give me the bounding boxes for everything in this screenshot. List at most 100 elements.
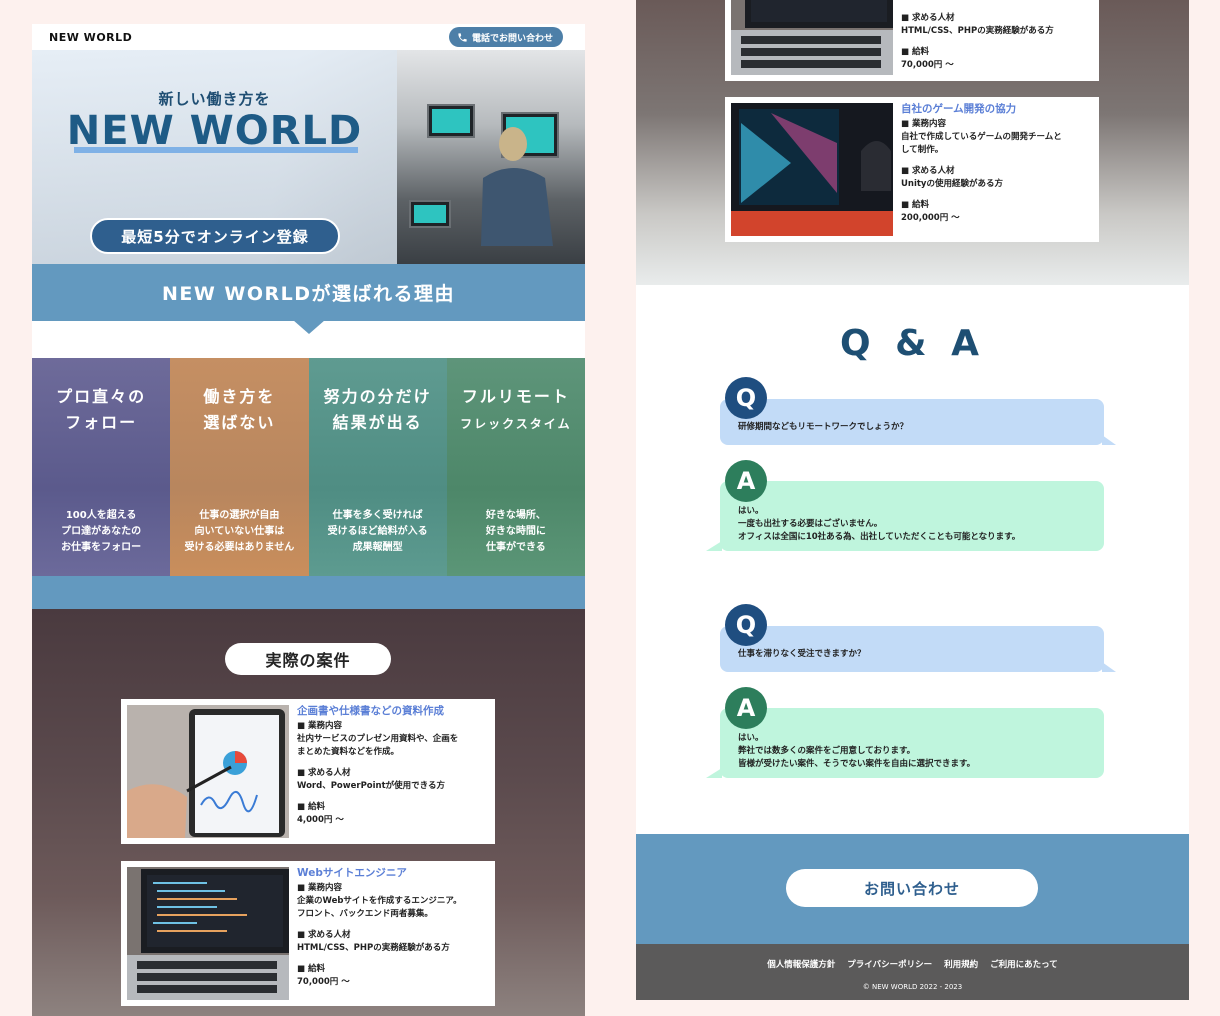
site-logo[interactable]: NEW WORLD bbox=[49, 31, 132, 44]
job-title[interactable]: 自社のゲーム開発の協力 bbox=[901, 103, 1093, 116]
question-text: 仕事を滞りなく受注できますか？ bbox=[738, 649, 866, 659]
reason-text: 仕事ができる bbox=[485, 542, 546, 553]
jobs-section-continued: ■ 求める人材 HTML/CSS、PHPの実務経験がある方 ■ 給料 70,000円… bbox=[636, 0, 1189, 285]
phone-icon bbox=[458, 32, 467, 42]
requirement-label: ■ 求める人材 bbox=[901, 13, 955, 23]
duty-label: ■ 業務内容 bbox=[901, 119, 946, 129]
jobs-heading: 実際の案件 bbox=[225, 643, 391, 675]
hero-subtitle: 新しい働き方を bbox=[158, 90, 271, 108]
requirement-text: Word、PowerPointが使用できる方 bbox=[297, 781, 445, 791]
requirement-text: Unityの使用経験がある方 bbox=[901, 179, 1003, 189]
duty-text: フロント、バックエンド両者募集。 bbox=[297, 909, 433, 919]
job-title[interactable]: 企画書や仕様書などの資料作成 bbox=[297, 705, 489, 718]
reason-cards: プロ直々のフォロー 100人を超える プロ達があなたの お仕事をフォロー 働き方を選… bbox=[32, 358, 585, 576]
duty-text: して制作。 bbox=[901, 145, 944, 155]
question-badge: Q bbox=[725, 604, 767, 646]
reason-title: 結果が出る bbox=[332, 413, 423, 432]
online-register-button[interactable]: 最短5分でオンライン登録 bbox=[90, 218, 340, 254]
requirement-text: HTML/CSS、PHPの実務経験がある方 bbox=[901, 26, 1054, 36]
reason-title: 働き方を bbox=[203, 387, 276, 406]
reason-text: 好きな場所、 bbox=[485, 510, 546, 521]
qa-section: Q & A 研修期間などもリモートワークでしょうか？ Q はい。 一度も出社する必… bbox=[636, 285, 1189, 833]
copyright: © NEW WORLD 2022 - 2023 bbox=[862, 983, 963, 991]
answer-bubble: はい。弊社では数多くの案件をご用意しております。皆様が受けたい案件、そうでない案… bbox=[706, 708, 1104, 778]
salary-label: ■ 給料 bbox=[297, 802, 325, 812]
salary-label: ■ 給料 bbox=[297, 964, 325, 974]
phone-button-label: 電話でお問い合わせ bbox=[471, 33, 553, 44]
answer-bubble: はい。一度も出社する必要はございません。オフィスは全国に10社ある為、出社してい… bbox=[706, 481, 1104, 551]
reason-card: 努力の分だけ 結果が出る 仕事を多く受ければ 受けるほど給料が入る 成果報酬型 bbox=[308, 358, 447, 576]
answer-text: 皆様が受けたい案件、そうでない案件を自由に選択できます。 bbox=[738, 759, 976, 769]
jobs-section: 実際の案件 企画書や仕様書などの資料作成 ■ 業務内容社内サービスのプレゼン用資… bbox=[32, 609, 585, 1016]
reasons-heading: NEW WORLDが選ばれる理由 bbox=[161, 283, 456, 305]
reason-title: フォロー bbox=[65, 413, 138, 432]
reason-text: 仕事の選択が自由 bbox=[199, 510, 280, 521]
salary-value: 4,000円 〜 bbox=[297, 815, 344, 825]
reason-card: 働き方を選ばない 仕事の選択が自由 向いていない仕事は 受ける必要はありません bbox=[170, 358, 309, 576]
reason-title: フルリモート bbox=[461, 387, 570, 406]
answer-text: オフィスは全国に10社ある為、出社していただくことも可能となります。 bbox=[738, 532, 1021, 542]
reason-text: お仕事をフォロー bbox=[61, 542, 142, 553]
footer-link-privacy-policy-jp[interactable]: 個人情報保護方針 bbox=[767, 958, 835, 970]
job-card[interactable]: 企画書や仕様書などの資料作成 ■ 業務内容社内サービスのプレゼン用資料や、企画を… bbox=[121, 699, 495, 844]
question-badge: Q bbox=[725, 377, 767, 419]
job-image-laptop bbox=[731, 0, 893, 75]
job-card[interactable]: Webサイトエンジニア ■ 業務内容企業のWebサイトを作成するエンジニア。 フロ… bbox=[121, 861, 495, 1006]
reason-text: プロ達があなたの bbox=[61, 526, 142, 537]
footer-link-terms[interactable]: 利用規約 bbox=[944, 958, 978, 970]
job-card[interactable]: 自社のゲーム開発の協力 ■ 業務内容自社で作成しているゲームの開発チームと して制… bbox=[725, 97, 1099, 242]
duty-label: ■ 業務内容 bbox=[297, 883, 342, 893]
question-text: 研修期間などもリモートワークでしょうか？ bbox=[738, 422, 909, 432]
phone-contact-button[interactable]: 電話でお問い合わせ bbox=[448, 27, 563, 47]
answer-badge: A bbox=[725, 460, 767, 502]
job-image-laptop bbox=[127, 867, 289, 1000]
salary-value: 200,000円 〜 bbox=[901, 213, 960, 223]
answer-badge: A bbox=[725, 687, 767, 729]
job-image-tablet bbox=[127, 705, 289, 838]
reason-card: プロ直々のフォロー 100人を超える プロ達があなたの お仕事をフォロー bbox=[32, 358, 171, 576]
landing-page-top: NEW WORLD 電話でお問い合わせ 新しい働き方を NEW WORLD 最短… bbox=[32, 24, 585, 1016]
hero-office-photo bbox=[397, 50, 585, 264]
requirement-text: HTML/CSS、PHPの実務経験がある方 bbox=[297, 943, 450, 953]
reason-title: フレックスタイム bbox=[460, 417, 572, 431]
answer-text: はい。 bbox=[738, 506, 764, 516]
duty-text: 企業のWebサイトを作成するエンジニア。 bbox=[297, 896, 462, 906]
reasons-heading-band: NEW WORLDが選ばれる理由 bbox=[32, 264, 585, 334]
duty-text: まとめた資料などを作成。 bbox=[297, 747, 400, 757]
answer-text: 弊社では数多くの案件をご用意しております。 bbox=[738, 746, 916, 756]
footer-link-privacy-policy[interactable]: プライバシーポリシー bbox=[847, 958, 932, 970]
salary-label: ■ 給料 bbox=[901, 200, 929, 210]
hero: 新しい働き方を NEW WORLD 最短5分でオンライン登録 bbox=[32, 50, 585, 264]
contact-section: お問い合わせ bbox=[636, 834, 1189, 944]
duty-label: ■ 業務内容 bbox=[297, 721, 342, 731]
job-title[interactable]: Webサイトエンジニア bbox=[297, 867, 489, 880]
reason-card: フルリモートフレックスタイム 好きな場所、 好きな時間に 仕事ができる bbox=[446, 358, 585, 576]
reason-text: 受ける必要はありません bbox=[184, 542, 295, 553]
contact-button[interactable]: お問い合わせ bbox=[786, 869, 1038, 907]
requirement-label: ■ 求める人材 bbox=[901, 166, 955, 176]
question-bubble: 仕事を滞りなく受注できますか？ bbox=[720, 626, 1116, 672]
duty-text: 社内サービスのプレゼン用資料や、企画を bbox=[297, 734, 459, 744]
reason-text: 向いていない仕事は bbox=[194, 526, 285, 537]
reason-title: 努力の分だけ bbox=[323, 387, 432, 406]
reason-text: 仕事を多く受ければ bbox=[332, 510, 423, 521]
header: NEW WORLD 電話でお問い合わせ bbox=[32, 24, 585, 50]
monitor bbox=[427, 104, 475, 138]
answer-text: はい。 bbox=[738, 733, 764, 743]
salary-label: ■ 給料 bbox=[901, 47, 929, 57]
salary-value: 70,000円 〜 bbox=[901, 60, 954, 70]
duty-text: 自社で作成しているゲームの開発チームと bbox=[901, 132, 1062, 142]
requirement-label: ■ 求める人材 bbox=[297, 930, 351, 940]
reason-text: 好きな時間に bbox=[485, 526, 546, 537]
job-image-gaming bbox=[731, 103, 893, 236]
reason-text: 成果報酬型 bbox=[352, 542, 403, 553]
footer-link-usage-notes[interactable]: ご利用にあたって bbox=[990, 958, 1058, 970]
reason-title: 選ばない bbox=[203, 413, 276, 432]
job-card[interactable]: ■ 求める人材 HTML/CSS、PHPの実務経験がある方 ■ 給料 70,000円… bbox=[725, 0, 1099, 81]
reason-title: プロ直々の bbox=[56, 387, 147, 406]
hero-title: NEW WORLD bbox=[66, 108, 363, 154]
down-arrow-icon bbox=[293, 320, 325, 334]
reason-text: 100人を超える bbox=[65, 510, 137, 521]
reason-text: 受けるほど給料が入る bbox=[327, 526, 428, 537]
answer-text: 一度も出社する必要はございません。 bbox=[738, 519, 883, 529]
